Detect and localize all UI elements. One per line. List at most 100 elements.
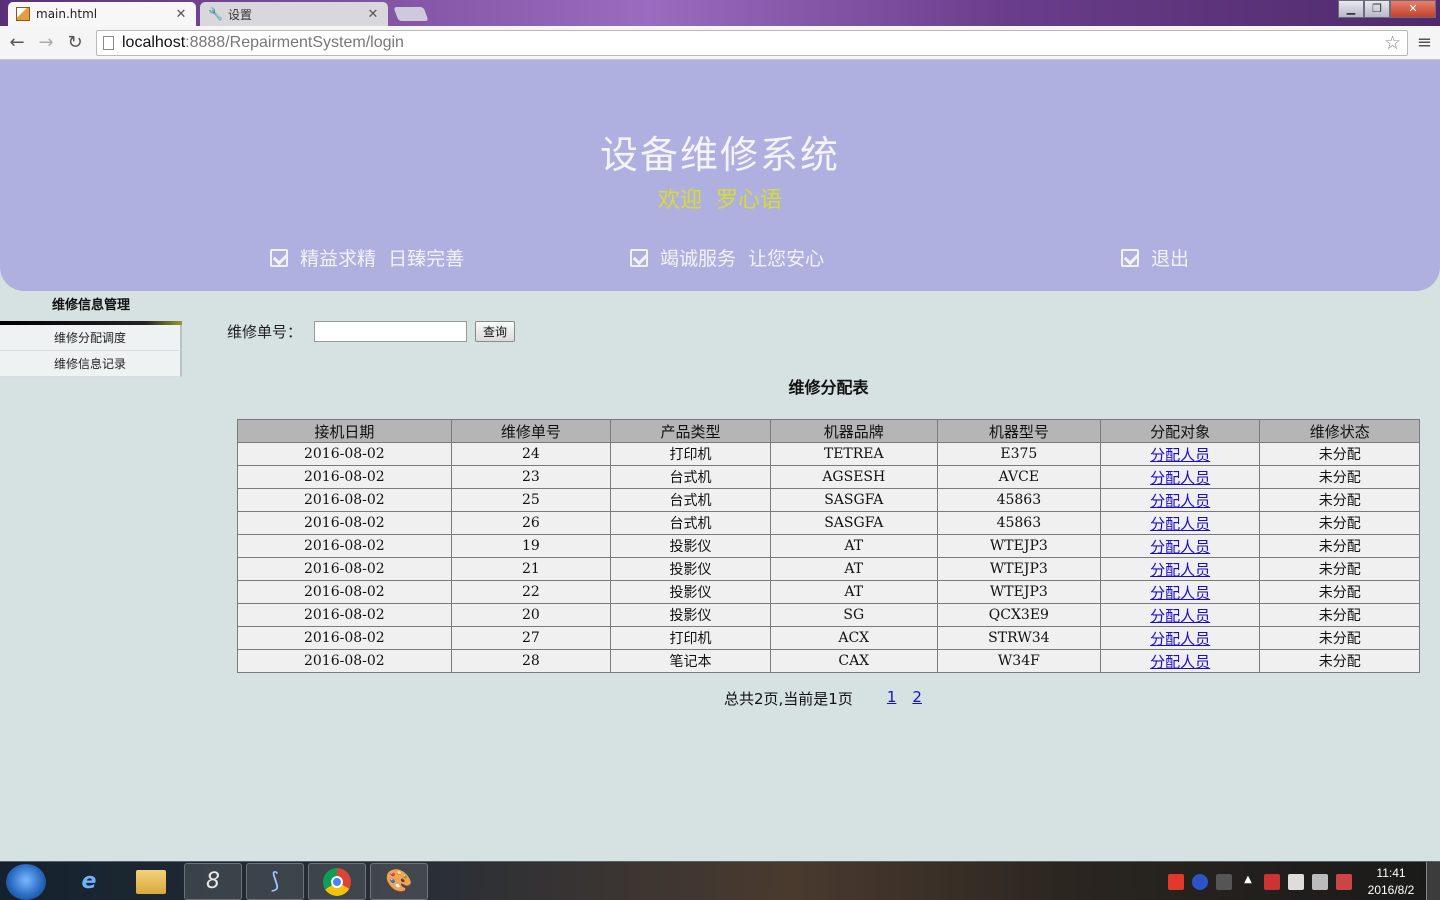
header-banner: 设备维修系统 欢迎 罗心语 精益求精 日臻完善 竭诚服务 让您安心 退出 [0, 60, 1440, 291]
maximize-button[interactable]: ❐ [1364, 0, 1390, 18]
tab-title: 设置 [228, 7, 253, 22]
table-cell: 未分配 [1259, 534, 1420, 558]
page-link-2[interactable]: 2 [912, 688, 922, 709]
paint-icon[interactable]: 🎨 [370, 863, 428, 900]
new-tab-button[interactable] [393, 7, 429, 21]
show-desktop-button[interactable] [1426, 862, 1440, 900]
table-cell: 2016-08-02 [237, 534, 452, 558]
assign-cell: 分配人员 [1099, 534, 1261, 558]
table-row: 2016-08-02 26 台式机 SASGFA 45863 分配人员 未分配 [237, 511, 1420, 535]
table-cell: WTEJP3 [936, 534, 1101, 558]
forward-arrow-icon[interactable]: → [34, 32, 58, 54]
back-arrow-icon[interactable]: ← [5, 32, 29, 54]
table-cell: AT [769, 580, 938, 604]
show-hidden-icons-icon[interactable]: ▲ [1240, 874, 1256, 890]
table-cell: TETREA [769, 442, 938, 466]
html-file-icon [16, 7, 30, 21]
repair-assignment-table: 接机日期 维修单号 产品类型 机器品牌 机器型号 分配对象 维修状态 2016-08-02 2… [237, 419, 1420, 673]
close-tab-icon[interactable]: ✕ [174, 7, 188, 22]
close-tab-icon[interactable]: ✕ [366, 7, 380, 22]
assign-cell: 分配人员 [1099, 649, 1261, 673]
sidebar-item-dispatch[interactable]: 维修分配调度 [0, 325, 182, 351]
assign-cell: 分配人员 [1099, 603, 1261, 627]
table-caption: 维修分配表 [788, 378, 869, 397]
help-icon[interactable] [1192, 873, 1208, 890]
explorer-icon[interactable] [122, 863, 180, 900]
table-cell: SG [769, 603, 938, 627]
chrome-icon[interactable] [308, 863, 366, 900]
minimize-button[interactable]: ▁ [1338, 0, 1364, 18]
power-icon[interactable] [1288, 873, 1304, 890]
column-header: 产品类型 [610, 419, 771, 443]
column-header: 机器型号 [936, 419, 1101, 443]
assign-staff-link[interactable]: 分配人员 [1150, 561, 1210, 579]
table-row: 2016-08-02 20 投影仪 SG QCX3E9 分配人员 未分配 [237, 603, 1420, 627]
window-controls: ▁ ❐ ✕ [1338, 0, 1436, 18]
assign-staff-link[interactable]: 分配人员 [1150, 469, 1210, 487]
assign-staff-link[interactable]: 分配人员 [1150, 446, 1210, 464]
system-clock[interactable]: 11:41 2016/8/2 [1356, 865, 1426, 899]
table-cell: 2016-08-02 [237, 557, 452, 581]
table-cell: AT [769, 534, 938, 558]
table-cell: 台式机 [610, 465, 771, 489]
table-cell: 24 [450, 442, 612, 466]
table-cell: AVCE [936, 465, 1101, 489]
column-header: 分配对象 [1099, 419, 1261, 443]
table-cell: 2016-08-02 [237, 626, 452, 650]
nav-link-motto-1[interactable]: 精益求精 日臻完善 [270, 244, 464, 271]
close-window-button[interactable]: ✕ [1390, 0, 1436, 18]
tab-settings[interactable]: 🔧 设置 ✕ [200, 2, 388, 26]
table-row: 2016-08-02 23 台式机 AGSESH AVCE 分配人员 未分配 [237, 465, 1420, 489]
assign-staff-link[interactable]: 分配人员 [1150, 515, 1210, 533]
assign-staff-link[interactable]: 分配人员 [1150, 653, 1210, 671]
checkbox-icon [630, 248, 648, 267]
sogou-ime-icon[interactable] [1168, 873, 1184, 890]
reload-icon[interactable]: ↻ [63, 32, 87, 54]
tab-main[interactable]: main.html ✕ [8, 2, 196, 26]
eclipse-8-icon[interactable]: 8 [184, 863, 242, 900]
action-center-flag-icon[interactable] [1264, 873, 1280, 890]
sidebar: 维修信息管理 维修分配调度 维修信息记录 [0, 291, 182, 377]
table-cell: 台式机 [610, 488, 771, 512]
bookmark-star-icon[interactable]: ☆ [1384, 32, 1401, 54]
table-row: 2016-08-02 27 打印机 ACX STRW34 分配人员 未分配 [237, 626, 1420, 650]
network-icon[interactable] [1312, 873, 1328, 890]
welcome-message: 欢迎 罗心语 [658, 188, 782, 213]
query-button[interactable]: 查询 [475, 321, 516, 342]
system-tray: ▲ 11:41 2016/8/2 [1164, 862, 1440, 900]
repair-number-input[interactable] [314, 321, 468, 342]
keyboard-icon[interactable] [1216, 873, 1232, 890]
assign-staff-link[interactable]: 分配人员 [1150, 492, 1210, 510]
table-cell: 未分配 [1259, 603, 1420, 627]
assign-staff-link[interactable]: 分配人员 [1150, 607, 1210, 625]
mysql-icon[interactable]: ⟆ [246, 863, 304, 900]
table-cell: WTEJP3 [936, 557, 1101, 581]
column-header: 维修单号 [450, 419, 612, 443]
assign-cell: 分配人员 [1099, 488, 1261, 512]
table-cell: 打印机 [610, 626, 771, 650]
table-row: 2016-08-02 24 打印机 TETREA E375 分配人员 未分配 [237, 442, 1420, 466]
nav-link-motto-2[interactable]: 竭诚服务 让您安心 [630, 244, 824, 271]
ie-icon[interactable]: e [60, 863, 118, 900]
table-cell: 2016-08-02 [237, 580, 452, 604]
menu-icon[interactable]: ≡ [1417, 32, 1432, 53]
nav-link-logout[interactable]: 退出 [1121, 244, 1189, 271]
volume-muted-icon[interactable] [1336, 873, 1352, 890]
assign-staff-link[interactable]: 分配人员 [1150, 584, 1210, 602]
start-button[interactable] [6, 864, 46, 900]
search-label: 维修单号： [227, 323, 303, 341]
table-row: 2016-08-02 25 台式机 SASGFA 45863 分配人员 未分配 [237, 488, 1420, 512]
sidebar-heading: 维修信息管理 [51, 298, 130, 313]
page-icon [103, 36, 114, 50]
sidebar-item-records[interactable]: 维修信息记录 [0, 351, 182, 377]
assign-staff-link[interactable]: 分配人员 [1150, 630, 1210, 648]
table-cell: 打印机 [610, 442, 771, 466]
table-row: 2016-08-02 28 笔记本 CAX W34F 分配人员 未分配 [237, 649, 1420, 673]
page-link-1[interactable]: 1 [887, 688, 897, 709]
address-bar[interactable]: localhost:8888/RepairmentSystem/login ☆ [96, 30, 1408, 56]
table-cell: 25 [450, 488, 612, 512]
table-cell: 投影仪 [610, 603, 771, 627]
table-row: 2016-08-02 21 投影仪 AT WTEJP3 分配人员 未分配 [237, 557, 1420, 581]
assign-staff-link[interactable]: 分配人员 [1150, 538, 1210, 556]
pagination: 总共2页,当前是1页 1 2 [724, 688, 922, 709]
